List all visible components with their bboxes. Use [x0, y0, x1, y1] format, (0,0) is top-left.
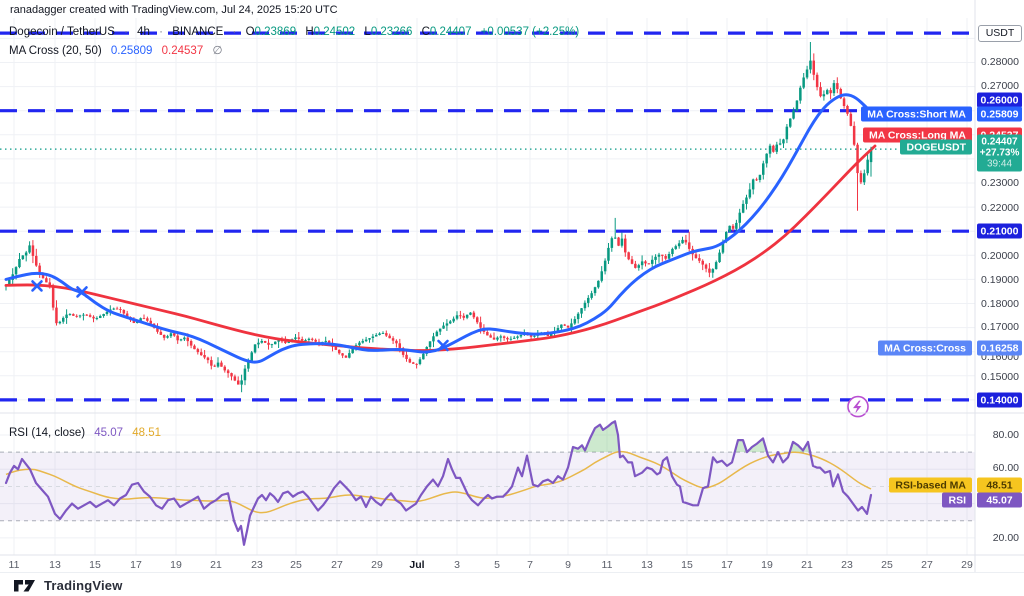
- attribution-text: ranadagger created with TradingView.com,…: [10, 4, 338, 16]
- high-label: H: [305, 26, 313, 38]
- price-scale-currency: USDT: [978, 25, 1022, 42]
- rsi-label: RSI (14, close): [9, 427, 85, 439]
- low-value: 0.23266: [371, 26, 413, 38]
- exchange-label: BINANCE: [172, 26, 223, 38]
- separator: ·: [124, 26, 128, 38]
- ma-cross-label: MA Cross (20, 50): [9, 45, 102, 57]
- rsi-value: 45.07: [94, 427, 123, 439]
- rsi-legend-row[interactable]: RSI (14, close) 45.07 48.51: [9, 427, 161, 439]
- ma-cross-empty-value: ∅: [212, 45, 222, 57]
- separator: ·: [233, 26, 237, 38]
- open-label: O: [246, 26, 255, 38]
- footer-bar: TradingView: [0, 572, 1024, 596]
- ma-fast-value: 0.25809: [111, 45, 153, 57]
- chart-canvas[interactable]: [0, 0, 1024, 596]
- tradingview-chart[interactable]: ranadagger created with TradingView.com,…: [0, 0, 1024, 596]
- change-value: +0.00537 (+2.25%): [481, 26, 579, 38]
- separator: ·: [159, 26, 163, 38]
- interval-label: 4h: [137, 26, 150, 38]
- open-value: 0.23869: [255, 26, 297, 38]
- close-label: C: [422, 26, 430, 38]
- high-value: 0.24502: [314, 26, 356, 38]
- ma-cross-legend-row[interactable]: MA Cross (20, 50) 0.25809 0.24537 ∅: [9, 43, 222, 57]
- symbol-title: Dogecoin / TetherUS: [9, 26, 115, 38]
- close-value: 0.24407: [430, 26, 472, 38]
- tradingview-logo-icon[interactable]: [12, 576, 38, 594]
- rsi-ma-value: 48.51: [132, 427, 161, 439]
- ma-slow-value: 0.24537: [162, 45, 204, 57]
- symbol-legend-row[interactable]: Dogecoin / TetherUS · 4h · BINANCE · O0.…: [9, 26, 579, 38]
- tradingview-brand-text[interactable]: TradingView: [44, 578, 123, 593]
